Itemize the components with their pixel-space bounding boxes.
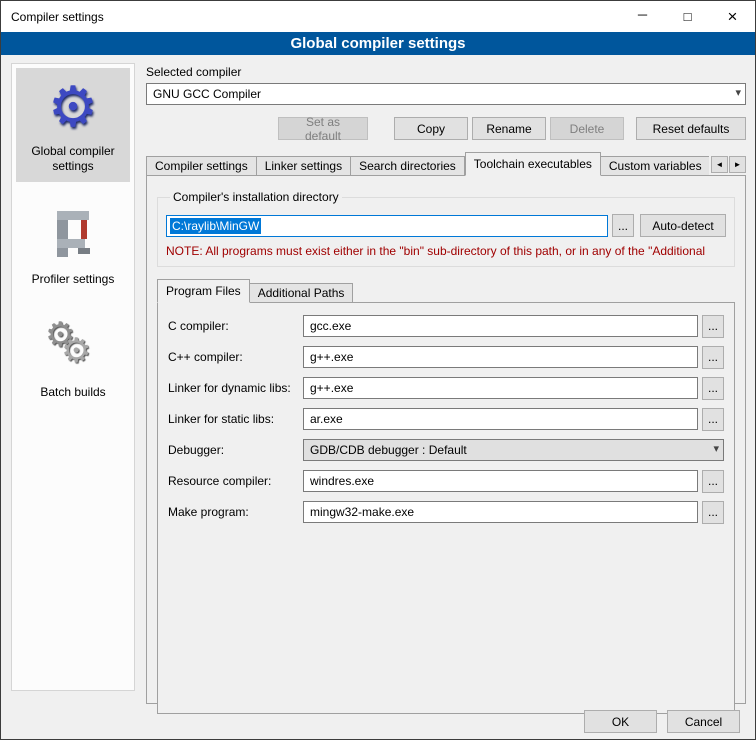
dialog-footer: OK Cancel xyxy=(584,710,740,733)
ok-button[interactable]: OK xyxy=(584,710,657,733)
linker-static-browse-button[interactable]: ... xyxy=(702,408,724,431)
resource-compiler-browse-button[interactable]: ... xyxy=(702,470,724,493)
compiler-settings-dialog: Compiler settings ─ □ × Global compiler … xyxy=(0,0,756,740)
cpp-compiler-browse-button[interactable]: ... xyxy=(702,346,724,369)
linker-dynamic-label: Linker for dynamic libs: xyxy=(168,381,303,395)
batch-builds-gears-icon: ⚙ ⚙ xyxy=(18,315,128,381)
profiler-clamp-icon xyxy=(18,202,128,268)
bin-subdirectory-note: NOTE: All programs must exist either in … xyxy=(166,244,726,258)
resource-compiler-label: Resource compiler: xyxy=(168,474,303,488)
minimize-icon: ─ xyxy=(638,7,647,22)
installation-directory-group-title: Compiler's installation directory xyxy=(170,190,342,204)
tab-scroll-left-button[interactable]: ◄ xyxy=(711,156,728,173)
cancel-button[interactable]: Cancel xyxy=(667,710,740,733)
make-program-label: Make program: xyxy=(168,505,303,519)
maximize-button[interactable]: □ xyxy=(665,1,710,32)
installation-directory-input[interactable]: C:\raylib\MinGW xyxy=(166,215,608,237)
arrow-right-icon: ► xyxy=(734,160,742,169)
resource-compiler-row: Resource compiler: windres.exe ... xyxy=(168,470,724,492)
installation-directory-value: C:\raylib\MinGW xyxy=(170,218,261,234)
program-tabs-strip: Program Files Additional Paths xyxy=(157,279,735,303)
linker-dynamic-input[interactable]: g++.exe xyxy=(303,377,698,399)
sidebar-item-batch-builds[interactable]: ⚙ ⚙ Batch builds xyxy=(16,309,130,408)
resource-compiler-input[interactable]: windres.exe xyxy=(303,470,698,492)
tab-custom-variables[interactable]: Custom variables xyxy=(601,156,709,176)
linker-static-input[interactable]: ar.exe xyxy=(303,408,698,430)
tab-search-directories[interactable]: Search directories xyxy=(351,156,465,176)
make-program-row: Make program: mingw32-make.exe ... xyxy=(168,501,724,523)
settings-tab-strip: Compiler settings Linker settings Search… xyxy=(146,152,746,176)
linker-static-row: Linker for static libs: ar.exe ... xyxy=(168,408,724,430)
selected-compiler-label: Selected compiler xyxy=(146,65,746,79)
debugger-row: Debugger: GDB/CDB debugger : Default ▾ xyxy=(168,439,724,461)
cpp-compiler-label: C++ compiler: xyxy=(168,350,303,364)
make-program-input[interactable]: mingw32-make.exe xyxy=(303,501,698,523)
main-panel: Selected compiler GNU GCC Compiler ▾ Set… xyxy=(146,63,746,704)
tab-additional-paths[interactable]: Additional Paths xyxy=(250,283,354,303)
linker-dynamic-row: Linker for dynamic libs: g++.exe ... xyxy=(168,377,724,399)
sidebar-item-label: Profiler settings xyxy=(18,272,128,287)
delete-button[interactable]: Delete xyxy=(550,117,624,140)
selected-compiler-dropdown[interactable]: GNU GCC Compiler ▾ xyxy=(146,83,746,105)
cpp-compiler-input[interactable]: g++.exe xyxy=(303,346,698,368)
reset-defaults-button[interactable]: Reset defaults xyxy=(636,117,746,140)
make-program-browse-button[interactable]: ... xyxy=(702,501,724,524)
maximize-icon: □ xyxy=(684,9,692,24)
dialog-body: ⚙ Global compiler settings Profiler sett… xyxy=(1,55,755,740)
minimize-button[interactable]: ─ xyxy=(620,1,665,32)
installation-directory-group: Compiler's installation directory C:\ray… xyxy=(157,190,735,267)
linker-static-label: Linker for static libs: xyxy=(168,412,303,426)
linker-dynamic-browse-button[interactable]: ... xyxy=(702,377,724,400)
sidebar-item-global-compiler-settings[interactable]: ⚙ Global compiler settings xyxy=(16,68,130,182)
c-compiler-row: C compiler: gcc.exe ... xyxy=(168,315,724,337)
auto-detect-button[interactable]: Auto-detect xyxy=(640,214,726,237)
settings-category-list: ⚙ Global compiler settings Profiler sett… xyxy=(11,63,135,691)
program-files-page: C compiler: gcc.exe ... C++ compiler: g+… xyxy=(157,302,735,714)
c-compiler-label: C compiler: xyxy=(168,319,303,333)
debugger-dropdown[interactable]: GDB/CDB debugger : Default ▾ xyxy=(303,439,724,461)
tab-linker-settings[interactable]: Linker settings xyxy=(257,156,351,176)
sidebar-item-profiler-settings[interactable]: Profiler settings xyxy=(16,196,130,295)
sidebar-item-label: Batch builds xyxy=(18,385,128,400)
close-icon: × xyxy=(728,7,738,27)
copy-button[interactable]: Copy xyxy=(394,117,468,140)
window-title: Compiler settings xyxy=(1,10,620,24)
set-as-default-button[interactable]: Set as default xyxy=(278,117,368,140)
c-compiler-input[interactable]: gcc.exe xyxy=(303,315,698,337)
cpp-compiler-row: C++ compiler: g++.exe ... xyxy=(168,346,724,368)
close-button[interactable]: × xyxy=(710,1,755,32)
tab-compiler-settings[interactable]: Compiler settings xyxy=(146,156,257,176)
rename-button[interactable]: Rename xyxy=(472,117,546,140)
chevron-down-icon: ▾ xyxy=(735,86,741,99)
tab-program-files[interactable]: Program Files xyxy=(157,279,250,303)
compiler-gear-icon: ⚙ xyxy=(18,74,128,140)
dialog-header: Global compiler settings xyxy=(1,32,755,55)
debugger-label: Debugger: xyxy=(168,443,303,457)
tab-toolchain-executables[interactable]: Toolchain executables xyxy=(465,152,601,176)
compiler-actions: Set as default Copy Rename Delete Reset … xyxy=(146,117,746,140)
sidebar-item-label: Global compiler settings xyxy=(18,144,128,174)
chevron-down-icon: ▾ xyxy=(713,442,719,455)
arrow-left-icon: ◄ xyxy=(716,160,724,169)
dialog-header-title: Global compiler settings xyxy=(290,35,465,52)
title-bar: Compiler settings ─ □ × xyxy=(1,1,755,32)
c-compiler-browse-button[interactable]: ... xyxy=(702,315,724,338)
selected-compiler-value: GNU GCC Compiler xyxy=(153,87,261,101)
tab-scroll-right-button[interactable]: ► xyxy=(729,156,746,173)
installation-directory-browse-button[interactable]: ... xyxy=(612,214,634,237)
toolchain-executables-page: Compiler's installation directory C:\ray… xyxy=(146,175,746,704)
